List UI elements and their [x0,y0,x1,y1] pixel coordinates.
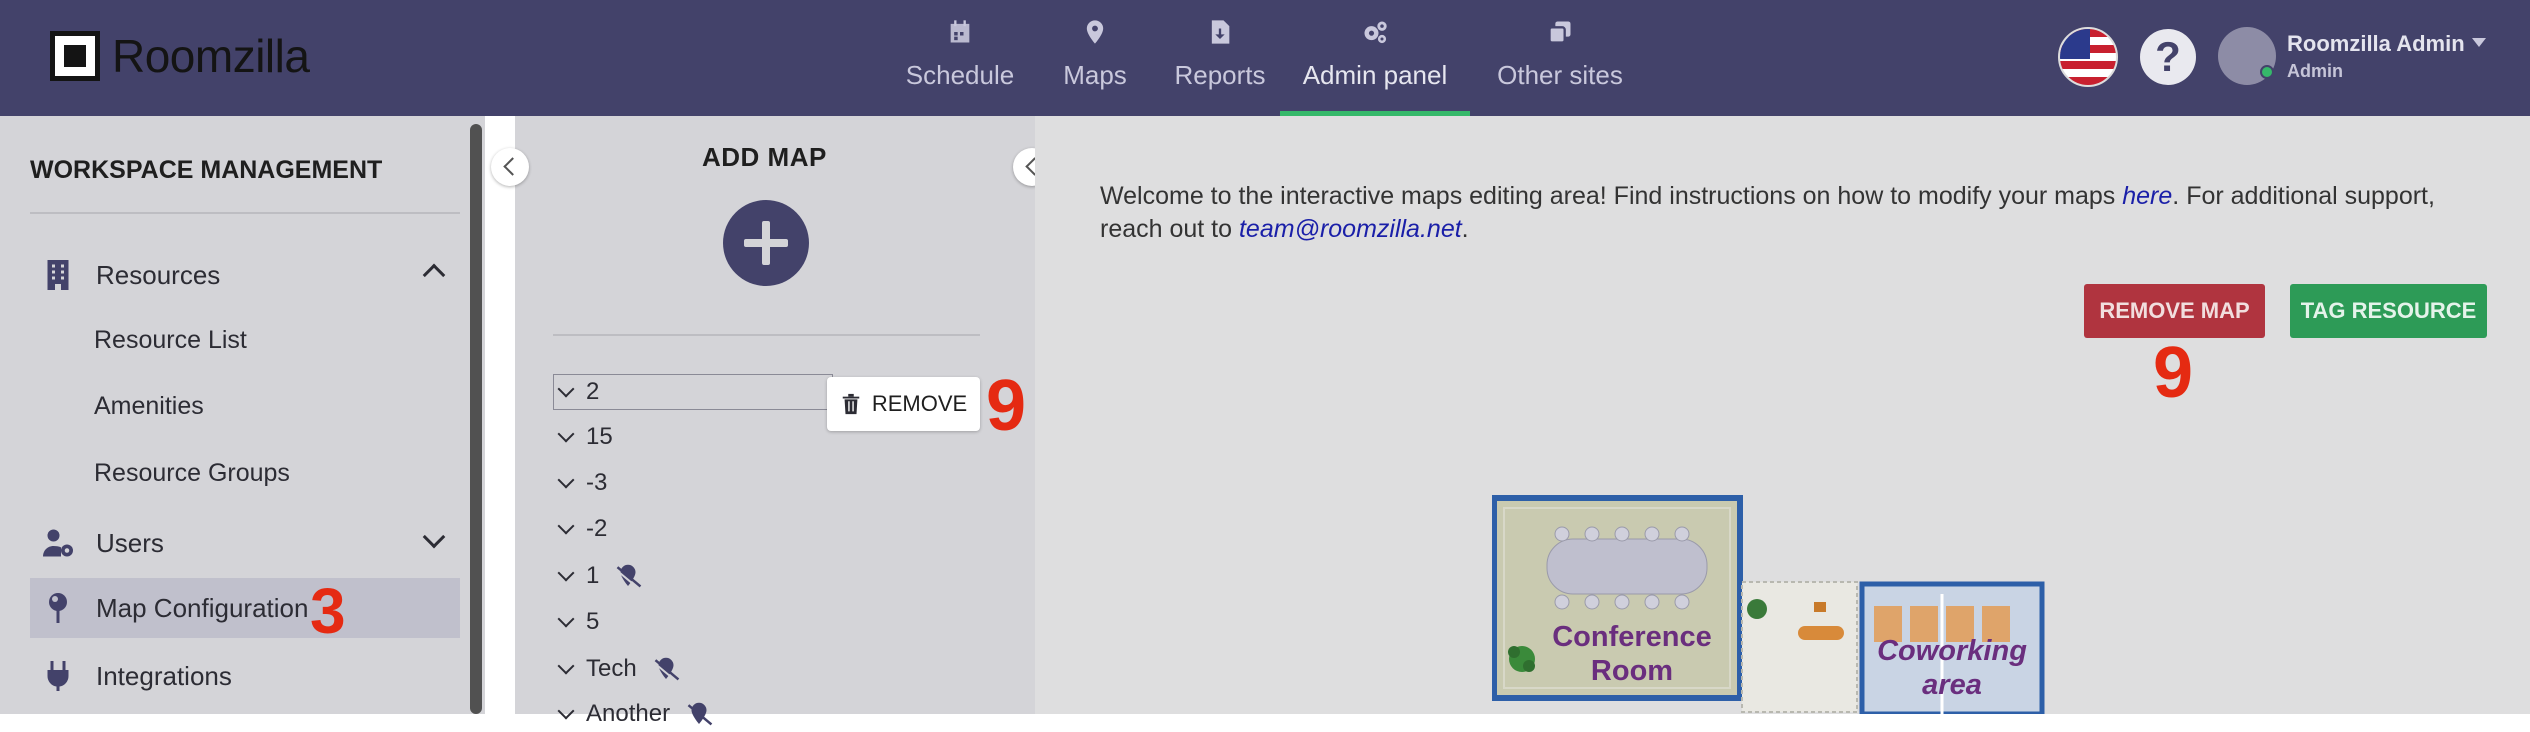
map-item[interactable]: -3 [557,465,608,501]
logo-mark-icon [50,31,100,81]
copy-sites-icon [1548,21,1571,44]
map-item[interactable]: 15 [557,419,613,455]
remove-map-button[interactable]: REMOVE MAP [2084,284,2265,338]
sidebar-item-resources-label: Resources [96,259,221,290]
main-nav: Schedule Maps Reports Admin panel Other … [890,0,1640,116]
nav-maps-label: Maps [1063,60,1127,90]
top-navbar: Roomzilla Schedule Maps Reports Admin pa… [0,0,2530,116]
sidebar-item-users[interactable]: Users [30,513,460,573]
logo-text: Roomzilla [112,30,310,82]
collapse-sidebar-icon[interactable] [491,148,529,186]
map-item-label: 2 [586,378,600,405]
map-item[interactable]: 2 [553,374,833,410]
help-icon[interactable]: ? [2140,29,2196,85]
hidden-location-icon [652,657,679,683]
nav-admin-panel-label: Admin panel [1302,60,1448,90]
chevron-down-icon[interactable] [422,525,446,549]
map-item[interactable]: Another [557,696,716,732]
sidebar-item-resources[interactable]: Resources [30,245,460,305]
sofa [1798,626,1844,640]
sidebar-item-resource-list[interactable]: Resource List [94,326,247,355]
nav-reports[interactable]: Reports [1160,0,1280,116]
sidebar-title: WORKSPACE MANAGEMENT [30,156,383,184]
chevron-down-icon[interactable] [557,610,575,628]
nav-other-sites[interactable]: Other sites [1480,0,1640,116]
plug-icon [47,661,69,691]
sidebar-item-integrations-label: Integrations [96,660,232,691]
report-download-icon [1211,20,1230,44]
chevron-down-icon[interactable] [557,471,575,489]
sidebar-divider [30,212,460,214]
sidebar-item-users-label: Users [96,527,164,558]
annotation-9-right: 9 [2153,333,2194,413]
hidden-location-icon [687,702,713,726]
us-flag-icon[interactable] [2058,27,2118,87]
sidebar-item-map-configuration-label: Map Configuration [96,592,309,623]
map-item-label: 5 [586,608,600,635]
calendar-icon [950,20,970,43]
map-pin-icon [1086,20,1104,44]
annotation-3: 3 [310,575,346,647]
sidebar-item-map-configuration[interactable]: Map Configuration [30,578,460,638]
conference-table [1546,538,1708,595]
map-item[interactable]: 5 [557,604,600,640]
chevron-down-icon[interactable] [557,517,575,535]
welcome-text-1: Welcome to the interactive maps editing … [1100,182,2123,210]
nav-maps[interactable]: Maps [1040,0,1150,116]
remove-button-label: REMOVE [871,391,968,416]
avatar[interactable] [2218,27,2276,85]
plant-icon [1747,599,1767,619]
map-item-label: -3 [586,469,608,496]
building-icon [47,260,69,290]
user-role: Admin [2287,61,2343,81]
maps-panel-divider [553,334,980,336]
gears-icon [1364,21,1387,44]
user-cog-icon [43,529,73,557]
map-item-label: -2 [586,515,608,542]
sidebar-item-integrations[interactable]: Integrations [30,646,460,706]
hidden-location-icon [615,564,642,590]
trash-icon [842,393,860,415]
chevron-down-icon[interactable] [557,425,575,443]
map-item[interactable]: -2 [557,511,608,547]
online-status-dot [2260,65,2274,79]
nav-other-sites-label: Other sites [1497,60,1623,90]
sidebar-item-resource-groups[interactable]: Resource Groups [94,459,290,488]
nav-schedule[interactable]: Schedule [890,0,1030,116]
instructions-link[interactable]: here [2122,182,2172,210]
nav-reports-label: Reports [1174,60,1266,90]
tag-resource-button[interactable]: TAG RESOURCE [2290,284,2487,338]
map-item-label: 1 [586,562,600,589]
annotation-9-left: 9 [986,366,1027,446]
chevron-down-icon[interactable] [557,657,575,675]
caret-down-icon[interactable] [2472,38,2486,47]
conference-room-label-line2: Room [1591,655,1673,687]
chevron-down-icon[interactable] [557,380,575,398]
support-email-link[interactable]: team@roomzilla.net [1239,215,1462,243]
add-map-title: ADD MAP [702,142,827,172]
remove-map-item-button[interactable]: REMOVE [827,377,980,431]
nav-admin-panel[interactable]: Admin panel [1280,0,1470,116]
add-map-button[interactable] [723,200,809,286]
nav-schedule-label: Schedule [905,60,1015,90]
coworking-area-label-line2: area [1922,669,1982,701]
floor-plan[interactable]: Conference Room Coworking area [1492,494,2048,714]
map-pin-icon [49,593,67,623]
chevron-down-icon[interactable] [557,702,575,720]
user-name[interactable]: Roomzilla Admin [2287,31,2465,57]
welcome-text-3: . [1461,215,1469,243]
map-item[interactable]: 1 [557,558,645,594]
map-item-label: 15 [586,423,613,450]
coworking-area-label-line1: Coworking [1877,635,2027,667]
roomzilla-logo[interactable]: Roomzilla [50,28,310,84]
sidebar-scrollbar[interactable] [470,124,482,714]
map-item-label: Tech [586,655,637,682]
map-item[interactable]: Tech [557,651,683,687]
sidebar-item-amenities[interactable]: Amenities [94,392,204,421]
chevron-up-icon[interactable] [422,263,446,287]
conference-room-label-line1: Conference [1552,621,1712,653]
chevron-down-icon[interactable] [557,564,575,582]
map-item-label: Another [586,700,671,727]
welcome-message: Welcome to the interactive maps editing … [1100,180,2500,246]
